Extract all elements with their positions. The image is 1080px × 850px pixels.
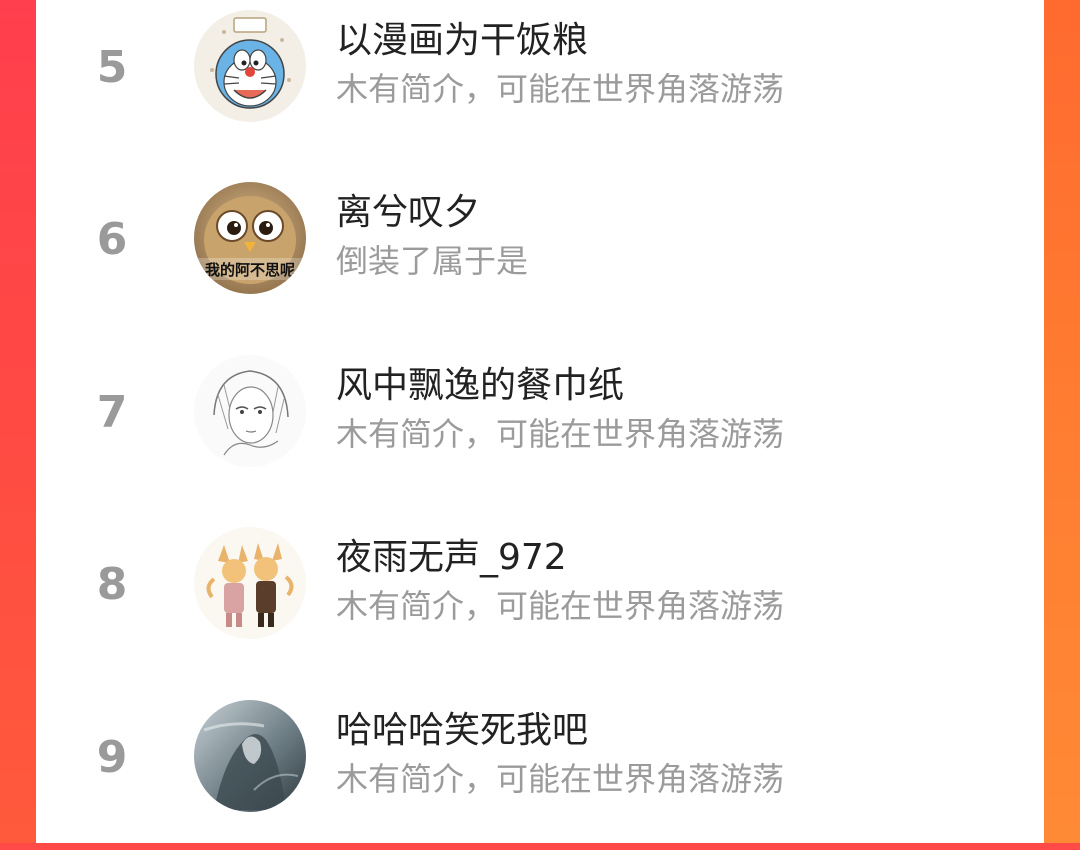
ranking-list-item[interactable]: 9 哈哈哈笑死我吧 木有简介，可能在世界角落游荡	[36, 690, 1044, 850]
user-name[interactable]: 夜雨无声_972	[336, 535, 567, 581]
user-bio: 木有简介，可能在世界角落游荡	[336, 587, 785, 625]
rank-number: 7	[96, 387, 128, 438]
user-bio: 木有简介，可能在世界角落游荡	[336, 760, 785, 798]
user-bio: 木有简介，可能在世界角落游荡	[336, 415, 785, 453]
user-name[interactable]: 风中飘逸的餐巾纸	[336, 363, 624, 409]
rank-number: 6	[96, 214, 128, 265]
user-bio: 倒装了属于是	[336, 242, 529, 280]
background-left-edge	[0, 0, 36, 843]
background-right-edge	[1044, 0, 1080, 843]
svg-text:我的阿不思呢: 我的阿不思呢	[205, 261, 295, 279]
ranking-list-item[interactable]: 7 风中飘逸的餐巾纸 木有简介，可能在世界角落游荡	[36, 345, 1044, 505]
ranking-list-panel: 5 以漫画为干饭粮 木有简介，可能在世界角落游荡 6 我的阿不思呢 离兮叹夕 倒…	[36, 0, 1044, 843]
user-name[interactable]: 哈哈哈笑死我吧	[336, 708, 588, 754]
rank-number: 9	[96, 732, 128, 783]
sketch-portrait-avatar-icon[interactable]	[194, 355, 306, 467]
user-name[interactable]: 以漫画为干饭粮	[336, 18, 588, 64]
misty-figure-avatar-icon[interactable]	[194, 700, 306, 812]
ranking-list-item[interactable]: 5 以漫画为干饭粮 木有简介，可能在世界角落游荡	[36, 0, 1044, 160]
rank-number: 5	[96, 42, 128, 93]
ranking-list-item[interactable]: 8 夜雨无声_972 木有简介，可能在世界角落游荡	[36, 517, 1044, 677]
fox-characters-avatar-icon[interactable]	[194, 527, 306, 639]
ranking-list-item[interactable]: 6 我的阿不思呢 离兮叹夕 倒装了属于是	[36, 172, 1044, 332]
doraemon-avatar-icon[interactable]	[194, 10, 306, 122]
user-bio: 木有简介，可能在世界角落游荡	[336, 70, 785, 108]
cartoon-bird-avatar-icon[interactable]: 我的阿不思呢	[194, 182, 306, 294]
rank-number: 8	[96, 559, 128, 610]
user-name[interactable]: 离兮叹夕	[336, 190, 480, 236]
